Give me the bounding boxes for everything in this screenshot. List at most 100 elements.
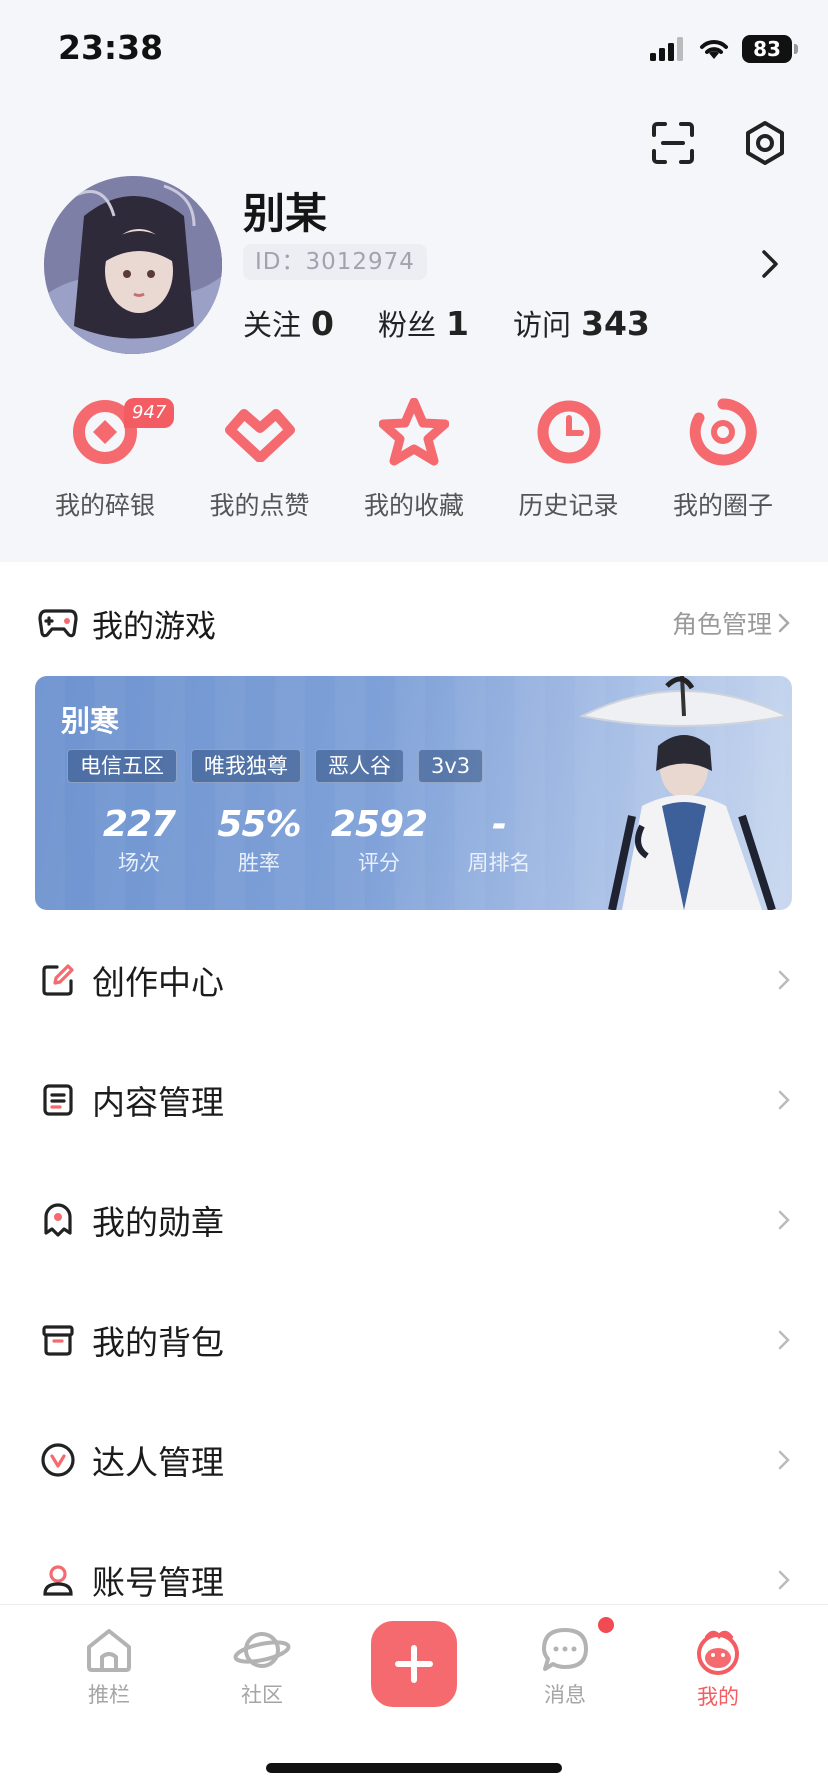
avatar-image bbox=[44, 176, 222, 354]
top-actions bbox=[648, 118, 790, 168]
game-stats: 227 场次 55% 胜率 2592 评分 - 周排名 bbox=[79, 804, 559, 877]
game-stat-label: 胜率 bbox=[238, 851, 280, 875]
scan-button[interactable] bbox=[648, 118, 698, 168]
my-games-title: 我的游戏 bbox=[92, 608, 216, 645]
quick-link-label: 我的圈子 bbox=[672, 491, 773, 520]
message-icon bbox=[542, 1628, 588, 1671]
chevron-right-icon bbox=[762, 250, 778, 278]
account-icon bbox=[38, 1560, 78, 1600]
role-tags: 电信五区 唯我独尊 恶人谷 3v3 bbox=[67, 749, 484, 783]
game-stat: 55% 胜率 bbox=[199, 804, 319, 877]
battery-indicator: 83 bbox=[742, 35, 798, 63]
menu-item-expert-management[interactable]: 达人管理 bbox=[0, 1400, 828, 1520]
nav-label: 推栏 bbox=[88, 1683, 130, 1707]
nav-label: 消息 bbox=[544, 1683, 586, 1707]
quick-link-silver[interactable]: 947 我的碎银 bbox=[40, 392, 175, 522]
stat-label: 关注 bbox=[243, 308, 302, 342]
menu-label: 内容管理 bbox=[92, 1083, 224, 1122]
stat-value: 0 bbox=[311, 304, 334, 343]
menu-item-creation-center[interactable]: 创作中心 bbox=[0, 920, 828, 1040]
medal-icon bbox=[38, 1200, 78, 1240]
quick-link-label: 我的收藏 bbox=[363, 491, 464, 520]
menu-item-backpack[interactable]: 我的背包 bbox=[0, 1280, 828, 1400]
nav-tab-profile[interactable]: 我的 bbox=[658, 1627, 778, 1711]
role-tag: 恶人谷 bbox=[315, 749, 404, 783]
menu-item-content-management[interactable]: 内容管理 bbox=[0, 1040, 828, 1160]
chevron-right-icon bbox=[778, 1570, 790, 1590]
stat-followers[interactable]: 粉丝 1 bbox=[378, 302, 469, 344]
avatar[interactable] bbox=[44, 176, 222, 354]
game-stat-value: 227 bbox=[102, 804, 176, 845]
quick-link-label: 我的点赞 bbox=[209, 491, 310, 520]
stat-label: 访问 bbox=[512, 308, 571, 342]
backpack-icon bbox=[38, 1320, 78, 1360]
game-stat-value: 2592 bbox=[330, 804, 428, 845]
circle-icon bbox=[683, 392, 763, 472]
profile-header: 23:38 83 别某 ID：3012974 关注 0 粉丝 1 访问 343 … bbox=[0, 0, 828, 562]
status-icons: 83 bbox=[650, 34, 798, 64]
gamepad-icon bbox=[38, 609, 78, 638]
nav-tab-messages[interactable]: 消息 bbox=[505, 1627, 625, 1709]
stat-value: 343 bbox=[580, 304, 650, 343]
status-time: 23:38 bbox=[58, 28, 164, 67]
game-stat-value: 55% bbox=[217, 804, 301, 845]
status-bar: 23:38 83 bbox=[0, 0, 828, 100]
nav-tab-community[interactable]: 社区 bbox=[202, 1627, 322, 1709]
settings-button[interactable] bbox=[740, 118, 790, 168]
chevron-right-icon bbox=[778, 1090, 790, 1110]
battery-level: 83 bbox=[753, 37, 781, 61]
quick-links: 947 我的碎银 我的点赞 我的收藏 历史记录 我的圈子 bbox=[40, 392, 788, 522]
plus-icon bbox=[395, 1645, 433, 1683]
home-indicator bbox=[266, 1763, 562, 1773]
chevron-right-icon bbox=[778, 1450, 790, 1470]
quick-link-likes[interactable]: 我的点赞 bbox=[195, 392, 325, 522]
menu-label: 我的背包 bbox=[92, 1323, 224, 1362]
menu-item-medals[interactable]: 我的勋章 bbox=[0, 1160, 828, 1280]
scan-icon bbox=[652, 122, 694, 164]
chevron-right-icon bbox=[778, 1210, 790, 1230]
profile-icon bbox=[697, 1630, 739, 1675]
silver-badge: 947 bbox=[124, 398, 175, 428]
create-post-button[interactable] bbox=[371, 1621, 457, 1707]
message-notification-dot bbox=[598, 1617, 614, 1633]
signal-icon bbox=[650, 37, 683, 61]
my-games-header: 我的游戏 角色管理 bbox=[38, 598, 790, 648]
like-icon bbox=[220, 392, 300, 472]
role-management-label: 角色管理 bbox=[671, 610, 772, 639]
character-illustration bbox=[578, 676, 791, 910]
menu-label: 账号管理 bbox=[92, 1563, 224, 1602]
quick-link-label: 我的碎银 bbox=[54, 491, 155, 520]
role-tag: 唯我独尊 bbox=[191, 749, 301, 783]
game-stat-label: 场次 bbox=[118, 851, 160, 875]
chevron-right-icon bbox=[778, 613, 790, 633]
chevron-right-icon bbox=[778, 1330, 790, 1350]
game-stat-label: 周排名 bbox=[467, 851, 531, 875]
wifi-icon bbox=[700, 40, 728, 59]
profile-detail-button[interactable] bbox=[760, 248, 780, 284]
gear-icon bbox=[746, 121, 784, 165]
stat-visits[interactable]: 访问 343 bbox=[513, 302, 650, 344]
role-tag: 3v3 bbox=[418, 749, 484, 783]
quick-link-favorites[interactable]: 我的收藏 bbox=[349, 392, 479, 522]
nav-tab-home[interactable]: 推栏 bbox=[49, 1627, 169, 1709]
game-stat: 2592 评分 bbox=[319, 804, 439, 877]
menu-label: 我的勋章 bbox=[92, 1203, 224, 1242]
menu-label: 创作中心 bbox=[92, 963, 224, 1002]
quick-link-circles[interactable]: 我的圈子 bbox=[658, 392, 788, 522]
expert-icon bbox=[38, 1440, 78, 1480]
game-role-card[interactable]: 别寒 电信五区 唯我独尊 恶人谷 3v3 227 场次 55% 胜率 2592 … bbox=[35, 676, 792, 910]
planet-icon bbox=[233, 1632, 291, 1668]
character-name: 别寒 bbox=[61, 704, 120, 738]
stat-label: 粉丝 bbox=[377, 308, 436, 342]
role-tag: 电信五区 bbox=[67, 749, 177, 783]
stat-following[interactable]: 关注 0 bbox=[243, 302, 334, 344]
quick-link-history[interactable]: 历史记录 bbox=[504, 392, 634, 522]
stat-value: 1 bbox=[446, 304, 469, 343]
nav-label: 社区 bbox=[241, 1683, 283, 1707]
role-management-link[interactable]: 角色管理 bbox=[672, 605, 790, 641]
profile-stats: 关注 0 粉丝 1 访问 343 bbox=[243, 302, 650, 344]
game-stat-value: - bbox=[492, 804, 507, 845]
star-icon bbox=[374, 392, 454, 472]
history-icon bbox=[529, 392, 609, 472]
home-icon bbox=[87, 1629, 131, 1672]
